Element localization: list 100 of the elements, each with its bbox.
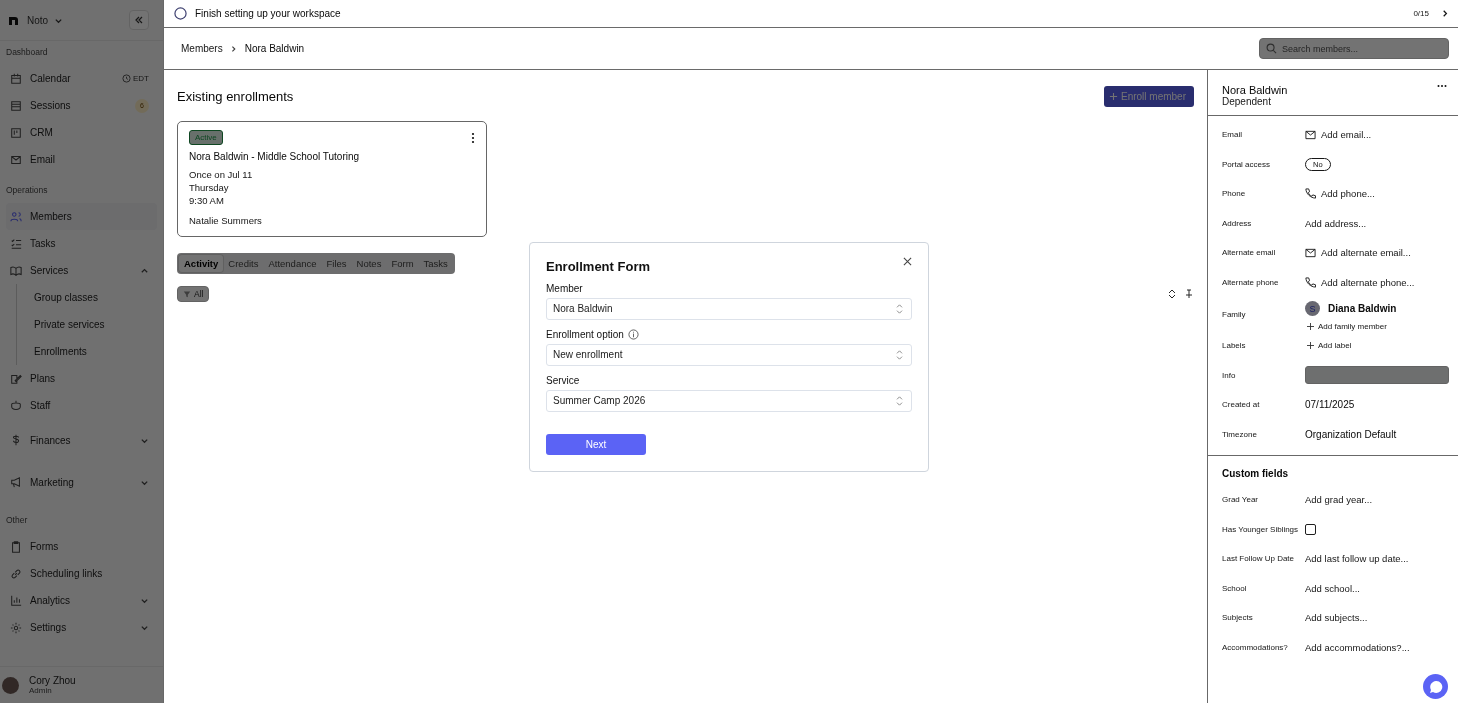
sort-icon[interactable] bbox=[1168, 289, 1176, 299]
more-icon[interactable] bbox=[471, 131, 475, 144]
select-field[interactable]: New enrollment bbox=[546, 343, 912, 366]
nav-subitem[interactable]: Private services bbox=[30, 311, 157, 338]
tab[interactable]: Form bbox=[386, 255, 419, 272]
field-placeholder[interactable]: Add school... bbox=[1305, 582, 1360, 594]
nav-item[interactable]: Scheduling links bbox=[6, 560, 157, 587]
nav-subitem[interactable]: Enrollments bbox=[30, 338, 157, 365]
nav-subitem[interactable]: Group classes bbox=[30, 284, 157, 311]
search-field[interactable]: Search members... bbox=[1259, 38, 1449, 59]
people-icon bbox=[10, 210, 22, 223]
info-field[interactable] bbox=[1305, 366, 1449, 385]
link-icon bbox=[10, 567, 22, 580]
field-placeholder[interactable]: Add accommodations?... bbox=[1305, 641, 1410, 653]
info-icon[interactable] bbox=[627, 328, 639, 340]
up-down-chevron-icon bbox=[896, 349, 903, 360]
nav-item[interactable]: CRM bbox=[6, 119, 157, 146]
section-heading: Operations bbox=[6, 185, 49, 197]
pin-icon[interactable] bbox=[1184, 289, 1194, 299]
field-placeholder[interactable]: Add email... bbox=[1321, 129, 1372, 141]
enrollment-card[interactable]: Active Nora Baldwin - Middle School Tutoring Once on Jul 11 Thursday 9:30 AM Natalie Summers bbox=[177, 121, 487, 237]
chevron-icon[interactable] bbox=[1441, 9, 1450, 18]
checklist-icon bbox=[10, 237, 22, 250]
chart-icon bbox=[10, 594, 22, 607]
field-placeholder[interactable]: Add phone... bbox=[1321, 188, 1375, 200]
nav-item[interactable]: Email bbox=[6, 146, 157, 173]
field-placeholder[interactable]: Add alternate email... bbox=[1321, 247, 1411, 259]
section-heading: Other bbox=[6, 515, 29, 527]
enroll-member-button[interactable]: Enroll member bbox=[1103, 86, 1194, 107]
field-placeholder[interactable]: Add alternate phone... bbox=[1321, 276, 1415, 288]
chevron-icon bbox=[140, 623, 149, 632]
close-icon[interactable] bbox=[903, 256, 912, 266]
field-placeholder[interactable]: Add subjects... bbox=[1305, 612, 1368, 624]
double-chevron-icon bbox=[134, 15, 144, 25]
phone-icon bbox=[1305, 188, 1316, 200]
section-heading: Dashboard bbox=[6, 47, 49, 59]
checkbox[interactable] bbox=[1305, 523, 1316, 535]
field-label: Portal access bbox=[1222, 158, 1272, 170]
filter-button[interactable]: All bbox=[177, 286, 210, 302]
select-field[interactable]: Summer Camp 2026 bbox=[546, 389, 912, 412]
field-label: Service bbox=[546, 374, 580, 386]
nav-item[interactable]: Services bbox=[6, 257, 157, 284]
field-label: Last Follow Up Date bbox=[1222, 553, 1296, 565]
plus-icon bbox=[1108, 92, 1118, 101]
chevron-icon bbox=[140, 596, 149, 605]
nav-item[interactable]: Finances bbox=[6, 419, 157, 461]
filter-icon bbox=[183, 290, 191, 298]
field-label: Phone bbox=[1222, 188, 1247, 200]
chat-button[interactable] bbox=[1423, 674, 1448, 699]
field-value: 07/11/2025 bbox=[1305, 399, 1355, 411]
tab[interactable]: Credits bbox=[223, 255, 264, 272]
nav-item[interactable]: Marketing bbox=[6, 461, 157, 503]
status-badge: Active bbox=[189, 130, 223, 145]
up-down-chevron-icon bbox=[896, 303, 903, 314]
add-family-member-link[interactable]: Add family member bbox=[1307, 322, 1397, 331]
nav-item[interactable]: Forms bbox=[6, 533, 157, 560]
field-label: Grad Year bbox=[1222, 494, 1260, 506]
mail-icon bbox=[1305, 129, 1316, 140]
nav-item[interactable]: Analytics bbox=[6, 587, 157, 614]
family-member-name[interactable]: Diana Baldwin bbox=[1328, 303, 1397, 314]
select-field[interactable]: Nora Baldwin bbox=[546, 297, 912, 320]
add-label-link[interactable]: Add label bbox=[1307, 341, 1352, 351]
nav-item[interactable]: Staff bbox=[6, 392, 157, 419]
tab[interactable]: Files bbox=[321, 255, 352, 272]
chevron-icon bbox=[140, 266, 149, 275]
next-button[interactable]: Next bbox=[546, 433, 646, 455]
field-placeholder[interactable]: Add address... bbox=[1305, 217, 1367, 229]
workspace-switcher[interactable]: Noto bbox=[27, 14, 121, 26]
clock-icon bbox=[122, 74, 131, 83]
book-icon bbox=[10, 264, 22, 277]
field-label: Alternate email bbox=[1222, 247, 1277, 259]
nav-item[interactable]: Tasks bbox=[6, 230, 157, 257]
field-label: Subjects bbox=[1222, 612, 1254, 624]
nav-item[interactable]: Plans bbox=[6, 365, 157, 392]
timezone-tag: EDT bbox=[122, 74, 149, 83]
field-label: Has Younger Siblings bbox=[1222, 523, 1300, 535]
nav-item[interactable]: Members bbox=[6, 203, 157, 230]
schedule-text: 9:30 AM bbox=[189, 194, 225, 207]
field-value: Organization Default bbox=[1305, 428, 1397, 440]
more-icon[interactable] bbox=[1437, 84, 1447, 88]
tab[interactable]: Tasks bbox=[418, 255, 453, 272]
tab[interactable]: Attendance bbox=[263, 255, 322, 272]
field-placeholder[interactable]: Add grad year... bbox=[1305, 494, 1373, 506]
phone-icon bbox=[1305, 276, 1316, 288]
field-label: Accommodations? bbox=[1222, 641, 1289, 653]
field-label: Info bbox=[1222, 369, 1237, 381]
nav-item[interactable]: Calendar EDT bbox=[6, 65, 157, 92]
tab[interactable]: Notes bbox=[351, 255, 387, 272]
section-title: Existing enrollments bbox=[177, 89, 294, 104]
breadcrumb-link[interactable]: Members bbox=[181, 43, 223, 54]
mail-icon bbox=[10, 153, 22, 166]
member-role: Dependent bbox=[1222, 96, 1272, 107]
plus-icon bbox=[1307, 323, 1314, 330]
collapse-sidebar-button[interactable] bbox=[129, 10, 149, 30]
tab[interactable]: Activity bbox=[179, 255, 224, 272]
setup-banner-text[interactable]: Finish setting up your workspace bbox=[195, 8, 1406, 19]
field-placeholder[interactable]: Add last follow up date... bbox=[1305, 553, 1409, 565]
nav-item[interactable]: Settings bbox=[6, 614, 157, 641]
avatar bbox=[2, 676, 19, 694]
search-icon bbox=[1266, 43, 1277, 54]
